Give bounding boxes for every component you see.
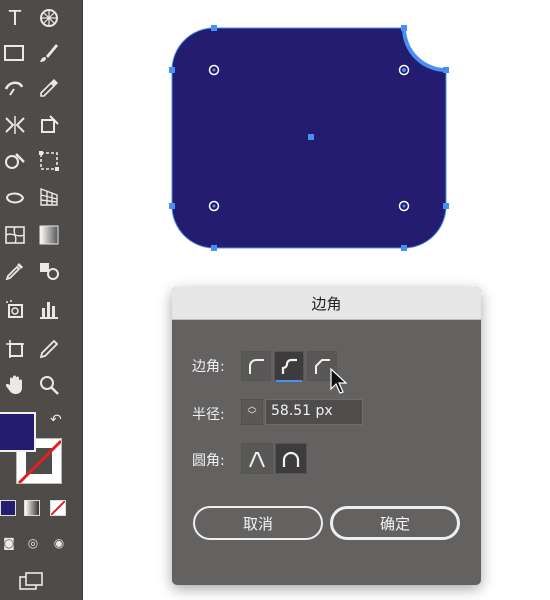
- radius-label: 半径:: [192, 407, 225, 423]
- color-mode-swatch[interactable]: [0, 500, 16, 516]
- tools-panel: T ↶ ◙ ◎ ◉: [0, 0, 83, 600]
- blend-tool-icon[interactable]: [34, 256, 64, 286]
- symbol-sprayer-icon[interactable]: [0, 294, 30, 324]
- inverted-corner-icon: [281, 358, 297, 374]
- anchor-point[interactable]: [401, 245, 407, 251]
- live-paint-tool-icon[interactable]: [0, 182, 30, 212]
- pipette-tool-icon[interactable]: [0, 256, 30, 286]
- draw-inside-icon[interactable]: ◉: [50, 534, 68, 552]
- rectangle-tool-icon[interactable]: [0, 38, 30, 68]
- cancel-button[interactable]: 取消: [193, 506, 323, 540]
- ok-button[interactable]: 确定: [330, 506, 460, 540]
- anchor-point[interactable]: [169, 203, 175, 209]
- anchor-point[interactable]: [211, 245, 217, 251]
- draw-behind-icon[interactable]: ◎: [24, 534, 42, 552]
- artboard-tool-icon[interactable]: [0, 334, 30, 364]
- gradient-tool-icon[interactable]: [34, 220, 64, 250]
- absolute-rounding-button[interactable]: [241, 443, 273, 474]
- draw-normal-icon[interactable]: ◙: [0, 534, 18, 552]
- anchor-point[interactable]: [169, 67, 175, 73]
- inverted-corner-selected-underline: [276, 380, 302, 382]
- corners-dialog: 边角: [172, 287, 481, 585]
- slice-tool-icon[interactable]: [34, 334, 64, 364]
- round-corner-icon: [249, 359, 264, 374]
- shape-builder-tool-icon[interactable]: [0, 146, 30, 176]
- free-transform-tool-icon[interactable]: [34, 110, 64, 140]
- change-screen-mode-icon[interactable]: [16, 566, 46, 596]
- mouse-pointer-icon: [330, 368, 348, 394]
- none-mode-swatch[interactable]: [50, 500, 66, 516]
- rounding-label: 圆角:: [192, 453, 225, 469]
- paintbrush-tool-icon[interactable]: [34, 38, 64, 68]
- gradient-mode-swatch[interactable]: [24, 500, 40, 516]
- dialog-title: 边角: [172, 287, 481, 320]
- swap-fill-stroke-icon[interactable]: ↶: [50, 412, 62, 428]
- free-distort-tool-icon[interactable]: [34, 146, 64, 176]
- mesh-tool-icon[interactable]: [0, 220, 30, 250]
- hand-tool-icon[interactable]: [0, 370, 30, 400]
- relative-rounding-button[interactable]: [275, 443, 307, 474]
- anchor-point[interactable]: [443, 67, 449, 73]
- stepper-down-icon[interactable]: ﹀: [247, 412, 256, 421]
- anchor-point[interactable]: [211, 25, 217, 31]
- eyedropper-tool-icon[interactable]: [34, 73, 64, 103]
- fill-color-swatch[interactable]: [0, 412, 36, 452]
- column-graph-tool-icon[interactable]: [34, 294, 64, 324]
- corners-label: 边角:: [192, 359, 225, 375]
- type-tool-icon[interactable]: T: [0, 3, 30, 33]
- round-corner-button[interactable]: [241, 351, 271, 381]
- anchor-point[interactable]: [443, 203, 449, 209]
- radius-stepper[interactable]: ︿ ﹀: [241, 399, 263, 425]
- anchor-point[interactable]: [401, 25, 407, 31]
- shaper-tool-icon[interactable]: [0, 73, 30, 103]
- chamfer-corner-icon: [315, 359, 330, 374]
- absolute-rounding-icon: [249, 451, 265, 467]
- perspective-grid-tool-icon[interactable]: [34, 182, 64, 212]
- radius-input[interactable]: 58.51 px: [265, 399, 363, 425]
- inverted-corner-button[interactable]: [274, 351, 304, 381]
- width-tool-icon[interactable]: [0, 110, 30, 140]
- center-point: [308, 134, 314, 140]
- symbol-sprayer-tool-icon[interactable]: [34, 3, 64, 33]
- zoom-tool-icon[interactable]: [34, 370, 64, 400]
- relative-rounding-icon: [282, 451, 300, 467]
